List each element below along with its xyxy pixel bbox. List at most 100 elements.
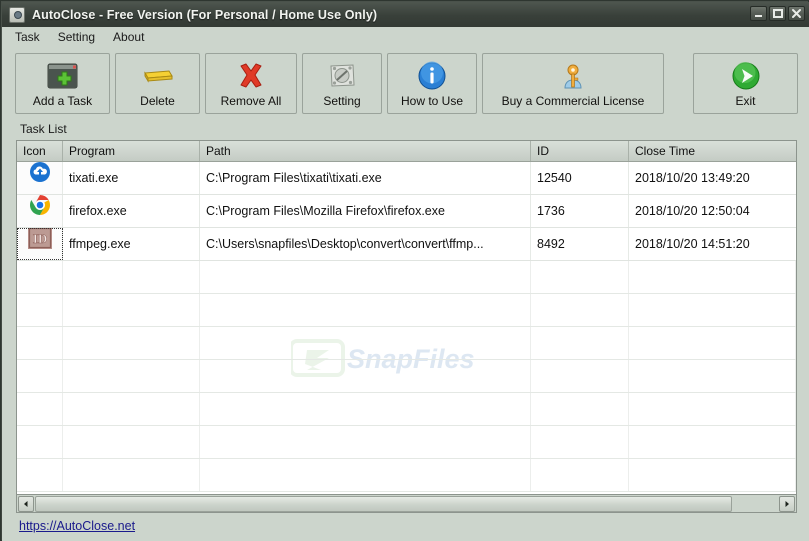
add-a-task-button[interactable]: Add a Task <box>15 53 110 114</box>
list-empty-row[interactable] <box>17 393 796 426</box>
remove-all-button[interactable]: Remove All <box>205 53 297 114</box>
empty-cell <box>17 393 63 425</box>
screw-plate-icon <box>327 60 357 92</box>
window-controls <box>750 6 805 21</box>
empty-cell <box>629 294 796 326</box>
empty-cell <box>629 459 796 491</box>
minimize-button[interactable] <box>750 6 767 21</box>
empty-cell <box>531 261 629 293</box>
empty-cell <box>200 327 531 359</box>
column-header-close-time[interactable]: Close Time <box>629 141 796 161</box>
remove-all-label: Remove All <box>220 94 282 108</box>
menu-about[interactable]: About <box>104 28 153 46</box>
svg-text:ID: ID <box>32 231 46 246</box>
column-header-path[interactable]: Path <box>200 141 531 161</box>
empty-cell <box>629 261 796 293</box>
table-row[interactable]: tixati.exe C:\Program Files\tixati\tixat… <box>17 162 796 195</box>
row-icon-cell: ID <box>17 228 63 260</box>
delete-button[interactable]: Delete <box>115 53 200 114</box>
camera-icon <box>9 6 25 23</box>
empty-cell <box>63 294 200 326</box>
exit-button[interactable]: Exit <box>693 53 798 114</box>
empty-cell <box>200 393 531 425</box>
row-path: C:\Program Files\Mozilla Firefox\firefox… <box>200 195 531 227</box>
row-icon-cell <box>17 162 63 194</box>
column-header-program[interactable]: Program <box>63 141 200 161</box>
toolbar: Add a Task Delete Remove All Setting How… <box>15 53 798 114</box>
yellow-bar-icon <box>141 60 175 92</box>
row-id: 8492 <box>531 228 629 260</box>
how-to-use-label: How to Use <box>400 94 464 108</box>
scroll-right-button[interactable] <box>779 495 795 512</box>
close-button[interactable] <box>788 6 805 21</box>
empty-cell <box>17 327 63 359</box>
horizontal-scrollbar[interactable] <box>16 495 797 513</box>
setting-button[interactable]: Setting <box>302 53 382 114</box>
row-path: C:\Users\snapfiles\Desktop\convert\conve… <box>200 228 531 260</box>
scrollbar-track[interactable] <box>35 495 778 512</box>
empty-cell <box>629 360 796 392</box>
row-path: C:\Program Files\tixati\tixati.exe <box>200 162 531 194</box>
empty-cell <box>17 426 63 458</box>
list-empty-row[interactable] <box>17 294 796 327</box>
website-link[interactable]: https://AutoClose.net <box>19 519 135 533</box>
table-row[interactable]: firefox.exe C:\Program Files\Mozilla Fir… <box>17 195 796 228</box>
blue-info-icon <box>417 60 447 92</box>
exit-label: Exit <box>735 94 756 108</box>
row-id: 12540 <box>531 162 629 194</box>
list-header-row: Icon Program Path ID Close Time <box>17 141 796 162</box>
window-plus-icon <box>47 60 79 92</box>
empty-cell <box>629 393 796 425</box>
empty-cell <box>200 426 531 458</box>
scroll-left-button[interactable] <box>18 495 34 512</box>
row-id: 1736 <box>531 195 629 227</box>
green-arrow-icon <box>731 60 761 92</box>
list-empty-row[interactable] <box>17 327 796 360</box>
empty-cell <box>200 360 531 392</box>
title-bar: AutoClose - Free Version (For Personal /… <box>2 2 809 27</box>
empty-cell <box>63 393 200 425</box>
how-to-use-button[interactable]: How to Use <box>387 53 477 114</box>
menu-bar: Task Setting About <box>2 27 809 47</box>
empty-cell <box>17 261 63 293</box>
empty-cell <box>629 327 796 359</box>
menu-setting[interactable]: Setting <box>49 28 104 46</box>
red-x-icon <box>236 60 266 92</box>
task-list-view[interactable]: Icon Program Path ID Close Time SnapFile… <box>16 140 797 495</box>
list-body: SnapFiles tixati.exe C:\Program Files\ti… <box>17 162 796 492</box>
application-window: AutoClose - Free Version (For Personal /… <box>0 0 809 541</box>
empty-cell <box>531 360 629 392</box>
empty-cell <box>200 459 531 491</box>
maximize-button[interactable] <box>769 6 786 21</box>
delete-label: Delete <box>140 94 175 108</box>
empty-cell <box>531 393 629 425</box>
empty-cell <box>531 426 629 458</box>
id-badge-icon: ID <box>27 228 53 260</box>
buy-commercial-license-label: Buy a Commercial License <box>501 94 645 108</box>
empty-cell <box>63 261 200 293</box>
client-area: Add a Task Delete Remove All Setting How… <box>2 47 809 541</box>
list-empty-row[interactable] <box>17 426 796 459</box>
window-title: AutoClose - Free Version (For Personal /… <box>32 7 378 22</box>
buy-commercial-license-button[interactable]: Buy a Commercial License <box>482 53 664 114</box>
list-empty-row[interactable] <box>17 459 796 492</box>
row-icon-cell <box>17 195 63 227</box>
table-row[interactable]: ID ffmpeg.exe C:\Users\snapfiles\Desktop… <box>17 228 796 261</box>
column-header-icon[interactable]: Icon <box>17 141 63 161</box>
row-program: firefox.exe <box>63 195 200 227</box>
empty-cell <box>63 327 200 359</box>
task-list-label: Task List <box>20 122 67 136</box>
row-close-time: 2018/10/20 12:50:04 <box>635 204 750 218</box>
empty-cell <box>63 360 200 392</box>
menu-task[interactable]: Task <box>6 28 49 46</box>
list-empty-row[interactable] <box>17 261 796 294</box>
setting-label: Setting <box>323 94 361 108</box>
empty-cell <box>200 261 531 293</box>
empty-cell <box>531 294 629 326</box>
list-empty-row[interactable] <box>17 360 796 393</box>
empty-cell <box>200 294 531 326</box>
column-header-id[interactable]: ID <box>531 141 629 161</box>
scrollbar-thumb[interactable] <box>35 495 732 512</box>
tixati-cloud-icon <box>29 162 51 194</box>
row-program: ffmpeg.exe <box>63 228 200 260</box>
